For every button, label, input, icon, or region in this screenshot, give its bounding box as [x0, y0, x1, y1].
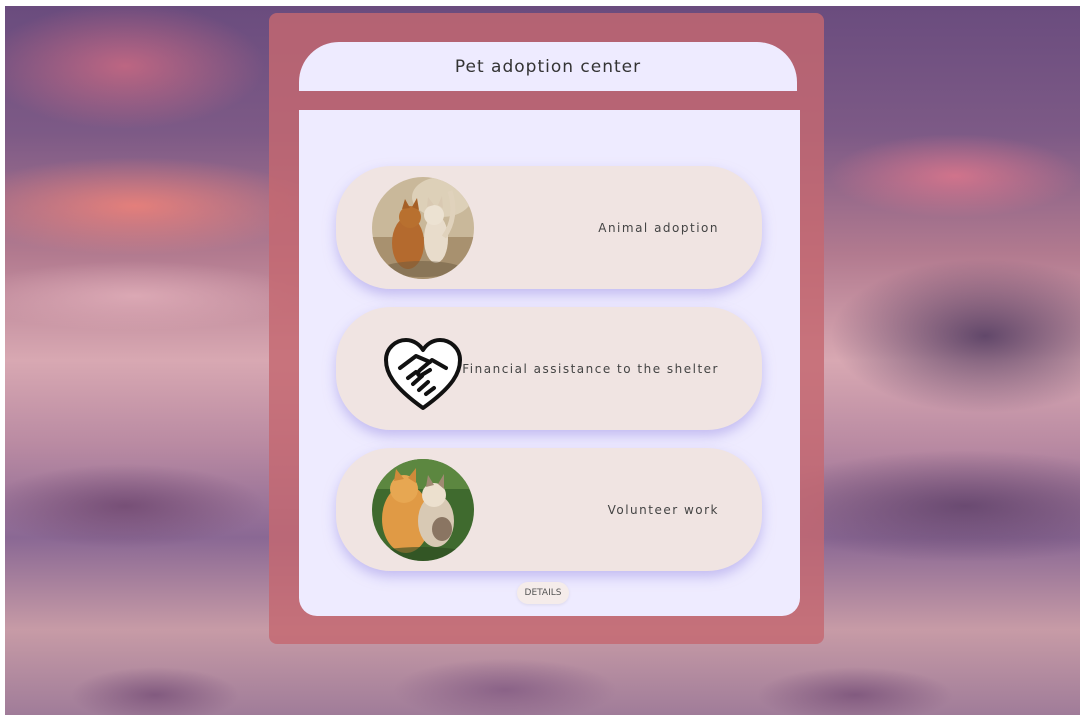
option-animal-adoption[interactable]: Animal adoption	[336, 166, 762, 289]
clouds-decoration	[5, 635, 1080, 715]
details-button[interactable]: DETAILS	[517, 582, 569, 604]
cats-photo	[372, 459, 474, 561]
cats-photo	[372, 177, 474, 279]
handshake-heart-icon	[372, 318, 474, 420]
page-title: Pet adoption center	[454, 56, 642, 77]
option-label: Financial assistance to the shelter	[462, 361, 719, 376]
option-financial-assistance[interactable]: Financial assistance to the shelter	[336, 307, 762, 430]
options-card: Animal adoption Financial assistance to …	[299, 110, 800, 616]
option-volunteer-work[interactable]: Volunteer work	[336, 448, 762, 571]
option-label: Volunteer work	[607, 502, 719, 517]
header-card: Pet adoption center	[299, 42, 797, 91]
option-label: Animal adoption	[598, 220, 719, 235]
